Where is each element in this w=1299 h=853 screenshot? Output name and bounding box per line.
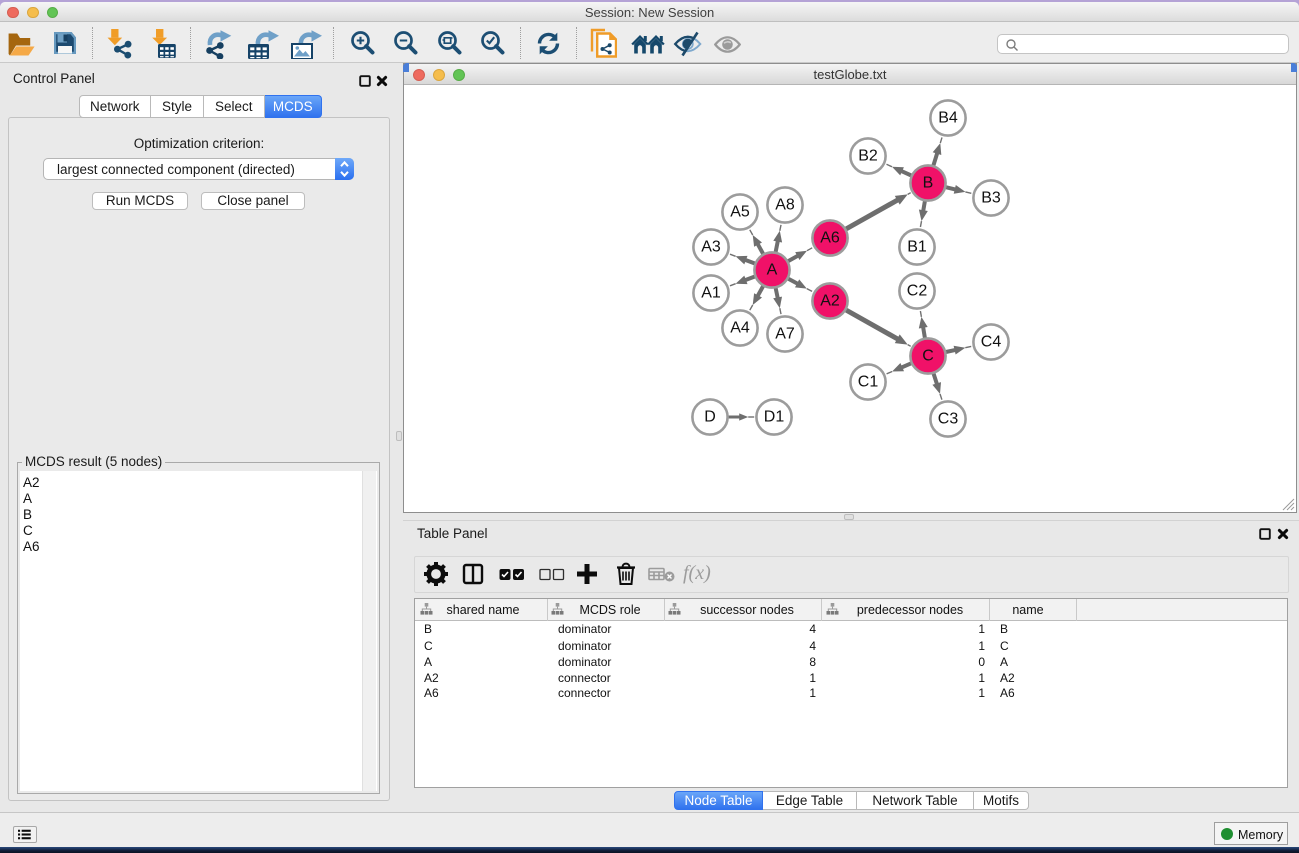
svg-text:B2: B2 xyxy=(858,148,878,165)
svg-text:A3: A3 xyxy=(701,239,721,256)
svg-text:C2: C2 xyxy=(907,283,928,300)
svg-text:A2: A2 xyxy=(820,293,840,310)
svg-text:A8: A8 xyxy=(775,197,795,214)
svg-text:C: C xyxy=(922,348,934,365)
svg-text:D1: D1 xyxy=(764,409,785,426)
svg-text:A5: A5 xyxy=(730,204,750,221)
svg-text:C3: C3 xyxy=(938,411,959,428)
svg-text:A4: A4 xyxy=(730,320,750,337)
svg-text:A: A xyxy=(767,262,778,279)
svg-text:A1: A1 xyxy=(701,285,721,302)
svg-text:B1: B1 xyxy=(907,239,927,256)
svg-text:C4: C4 xyxy=(981,334,1002,351)
svg-text:C1: C1 xyxy=(858,374,879,391)
svg-text:B4: B4 xyxy=(938,110,958,127)
svg-text:A6: A6 xyxy=(820,230,840,247)
svg-text:D: D xyxy=(704,409,716,426)
svg-text:A7: A7 xyxy=(775,326,795,343)
svg-text:B: B xyxy=(923,175,934,192)
svg-text:B3: B3 xyxy=(981,190,1001,207)
